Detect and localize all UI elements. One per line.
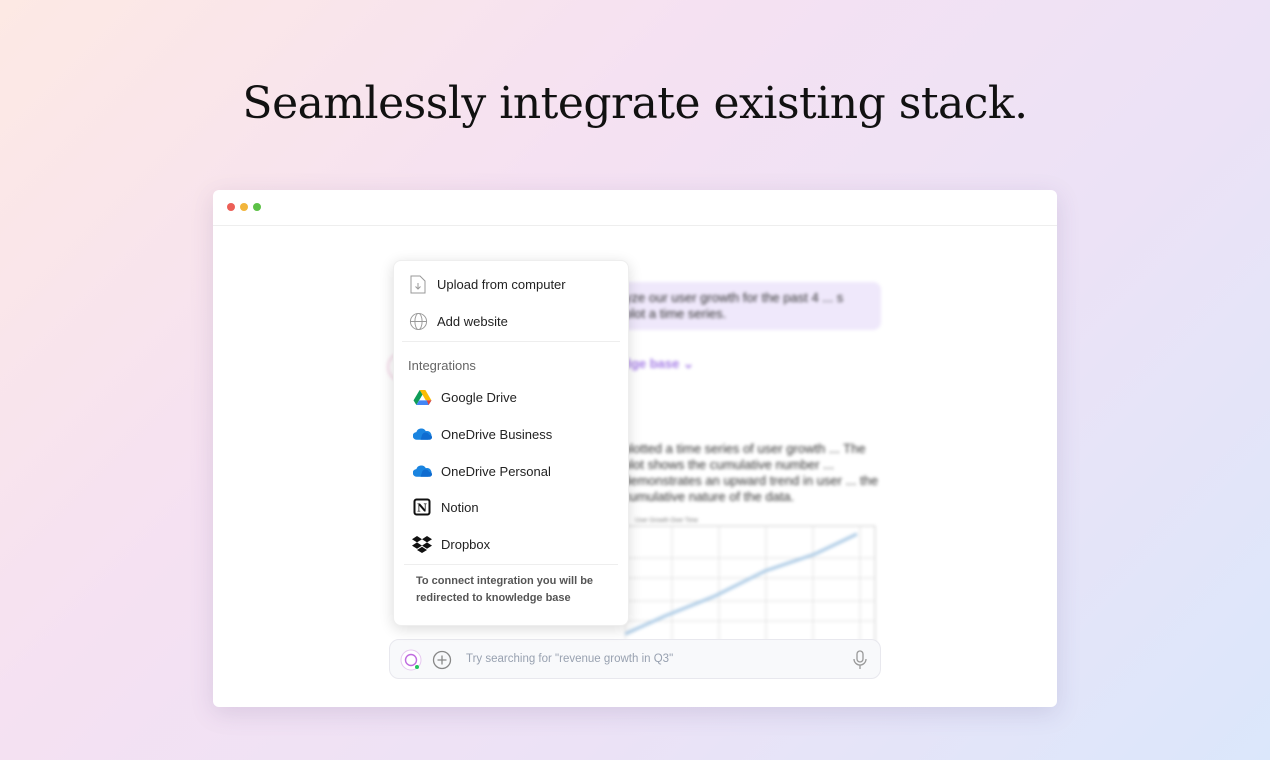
integration-notion[interactable]: N Notion: [412, 497, 479, 517]
assistant-answer: plotted a time series of user growth ...…: [623, 441, 879, 504]
microphone-icon[interactable]: [852, 650, 868, 670]
onedrive-icon: [412, 424, 432, 444]
integrations-heading: Integrations: [408, 358, 476, 373]
file-upload-icon: [408, 274, 428, 294]
svg-text:N: N: [417, 502, 427, 515]
maximize-window-button[interactable]: [253, 203, 261, 211]
integration-onedrive-personal[interactable]: OneDrive Personal: [412, 461, 551, 481]
add-icon[interactable]: [432, 650, 452, 670]
page-headline: Seamlessly integrate existing stack.: [242, 78, 1028, 129]
user-growth-chart: User Growth Over Time: [625, 518, 876, 645]
onedrive-icon: [412, 461, 432, 481]
integration-note: To connect integration you will be redir…: [416, 575, 594, 604]
divider: [404, 564, 618, 565]
title-bar: [213, 190, 1057, 226]
menu-item-upload[interactable]: Upload from computer: [408, 274, 566, 294]
source-dropdown[interactable]: dge base ⌄: [623, 356, 694, 372]
chart-line: [625, 532, 858, 636]
search-input[interactable]: Try searching for "revenue growth in Q3": [466, 653, 673, 665]
google-drive-icon: [412, 387, 432, 407]
integration-google-drive[interactable]: Google Drive: [412, 387, 517, 407]
integration-onedrive-business[interactable]: OneDrive Business: [412, 424, 552, 444]
notion-icon: N: [412, 497, 432, 517]
search-bar[interactable]: Try searching for "revenue growth in Q3": [389, 639, 881, 679]
chart-title: User Growth Over Time: [635, 518, 699, 524]
integration-dropbox[interactable]: Dropbox: [412, 534, 490, 554]
divider: [402, 341, 620, 342]
globe-icon: [408, 311, 428, 331]
dropbox-icon: [412, 534, 432, 554]
minimize-window-button[interactable]: [240, 203, 248, 211]
add-source-menu: Upload from computer Add website Integra…: [393, 260, 629, 626]
close-window-button[interactable]: [227, 203, 235, 211]
app-window: Analyze our user growth for the past 4 .…: [213, 190, 1057, 707]
user-message: Analyze our user growth for the past 4 .…: [585, 282, 881, 330]
brain-icon[interactable]: [400, 649, 422, 671]
menu-item-add-website[interactable]: Add website: [408, 311, 508, 331]
